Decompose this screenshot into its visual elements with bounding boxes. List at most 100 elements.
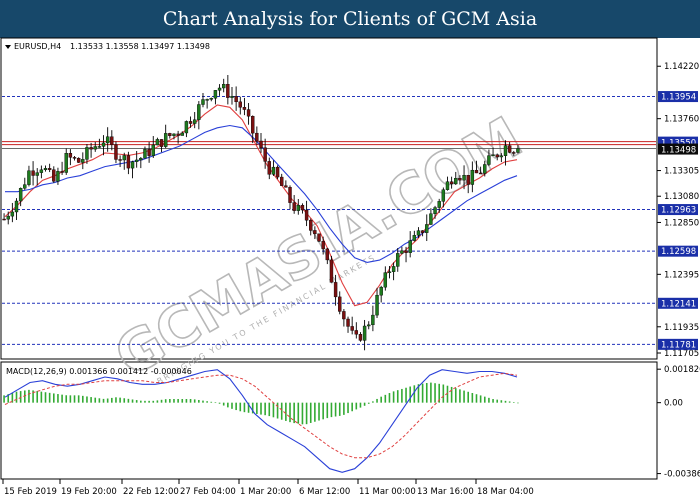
- bullish-candle: [39, 169, 44, 173]
- symbol-label: EURUSD,H4: [14, 42, 61, 51]
- macd-histogram-bar: [305, 402, 308, 425]
- macd-histogram-bar: [28, 389, 30, 403]
- bearish-candle: [478, 172, 483, 175]
- macd-histogram-bar: [289, 402, 291, 423]
- macd-histogram-bar: [409, 386, 411, 403]
- macd-histogram-bar: [301, 402, 304, 425]
- macd-histogram-bar: [479, 395, 482, 403]
- macd-histogram-bar: [111, 397, 113, 403]
- bullish-candle: [101, 142, 106, 147]
- time-axis: 15 Feb 2019 19 Feb 20:00 22 Feb 12:00 27 Fe…: [2, 479, 534, 497]
- bullish-candle: [491, 154, 495, 156]
- macd-histogram-bar: [148, 400, 150, 403]
- macd-histogram-bar: [421, 383, 424, 403]
- bullish-candle: [130, 161, 135, 169]
- bearish-candle: [512, 152, 516, 154]
- macd-histogram-bar: [463, 390, 465, 403]
- macd-histogram-bar: [450, 386, 453, 403]
- bearish-candle: [255, 132, 259, 142]
- bullish-candle: [416, 230, 421, 236]
- macd-histogram-bar: [90, 397, 92, 403]
- macd-histogram-bar: [430, 382, 432, 403]
- bearish-candle: [495, 154, 499, 158]
- level-tag-label: 1.12598: [661, 247, 696, 257]
- macd-histogram-bar: [338, 402, 341, 416]
- bullish-candle: [487, 155, 491, 165]
- bearish-candle: [304, 209, 309, 221]
- bearish-candle: [188, 121, 193, 124]
- bearish-candle: [76, 157, 81, 163]
- bullish-candle: [230, 96, 234, 98]
- macd-histogram-bar: [106, 398, 109, 403]
- bearish-candle: [114, 144, 118, 160]
- macd-histogram-bar: [123, 398, 126, 403]
- bearish-candle: [31, 170, 35, 176]
- bearish-candle: [321, 241, 325, 250]
- bullish-candle: [10, 211, 15, 217]
- macd-histogram-bar: [405, 387, 407, 403]
- bearish-candle: [309, 220, 313, 231]
- macd-histogram-bar: [227, 402, 229, 408]
- bullish-candle: [462, 174, 466, 181]
- macd-histogram-bar: [471, 392, 474, 403]
- bearish-candle: [325, 248, 330, 261]
- macd-histogram-bar: [272, 402, 275, 418]
- bullish-candle: [93, 146, 97, 150]
- y-tick-label: 1.13080: [664, 192, 699, 202]
- macd-histogram-bar: [65, 395, 68, 403]
- bearish-candle: [329, 259, 334, 283]
- x-tick-label: 13 Mar 16:00: [417, 487, 474, 497]
- bullish-candle: [375, 294, 379, 316]
- bullish-candle: [97, 146, 102, 148]
- bullish-candle: [163, 133, 168, 147]
- bullish-candle: [391, 266, 396, 272]
- bullish-candle: [143, 149, 147, 159]
- macd-histogram-bar: [367, 402, 370, 404]
- level-tag-label: 1.12963: [661, 206, 696, 216]
- macd-histogram-bar: [198, 399, 200, 403]
- bullish-candle: [387, 271, 392, 273]
- macd-histogram-bar: [44, 392, 47, 403]
- macd-histogram-bar: [314, 402, 316, 422]
- bullish-candle: [516, 148, 520, 153]
- macd-histogram-bar: [380, 396, 382, 403]
- macd-histogram-bar: [214, 402, 217, 404]
- macd-histogram-bar: [434, 383, 436, 403]
- level-tag-label: 1.12141: [661, 299, 696, 309]
- bullish-candle: [134, 159, 139, 162]
- macd-histogram-bar: [293, 402, 295, 424]
- macd-y-tick-label: -0.003868: [664, 470, 700, 480]
- macd-histogram-bar: [442, 384, 445, 403]
- bearish-candle: [474, 169, 479, 174]
- macd-histogram-bar: [392, 391, 395, 403]
- bullish-candle: [470, 169, 475, 185]
- bullish-candle: [155, 139, 160, 146]
- x-tick-label: 18 Mar 04:00: [477, 487, 534, 497]
- macd-histogram-bar: [512, 402, 515, 403]
- bullish-candle: [433, 207, 437, 214]
- y-tick-label: 1.11935: [664, 323, 699, 333]
- bearish-candle: [404, 250, 408, 253]
- level-tag-label: 1.13954: [661, 93, 696, 103]
- macd-histogram-bar: [425, 383, 428, 403]
- macd-histogram-bar: [239, 402, 242, 412]
- macd-histogram-bar: [454, 388, 457, 403]
- macd-histogram-bar: [115, 397, 117, 403]
- macd-histogram-bar: [504, 400, 507, 403]
- macd-histogram-bar: [127, 398, 130, 403]
- bullish-candle: [499, 155, 504, 158]
- bearish-candle: [313, 230, 317, 235]
- macd-histogram-bar: [309, 402, 312, 423]
- bearish-candle: [176, 133, 180, 136]
- bullish-candle: [445, 181, 450, 190]
- bullish-candle: [503, 145, 508, 156]
- macd-y-tick-label: 0.00: [664, 399, 683, 409]
- bearish-candle: [259, 140, 263, 148]
- x-tick-label: 1 Mar 20:00: [240, 487, 291, 497]
- bullish-candle: [184, 121, 189, 134]
- y-tick-label: 1.13305: [664, 167, 699, 177]
- macd-histogram-bar: [256, 402, 258, 414]
- macd-histogram-bar: [218, 402, 221, 404]
- macd-histogram-bar: [297, 402, 300, 424]
- macd-histogram-bar: [206, 401, 208, 403]
